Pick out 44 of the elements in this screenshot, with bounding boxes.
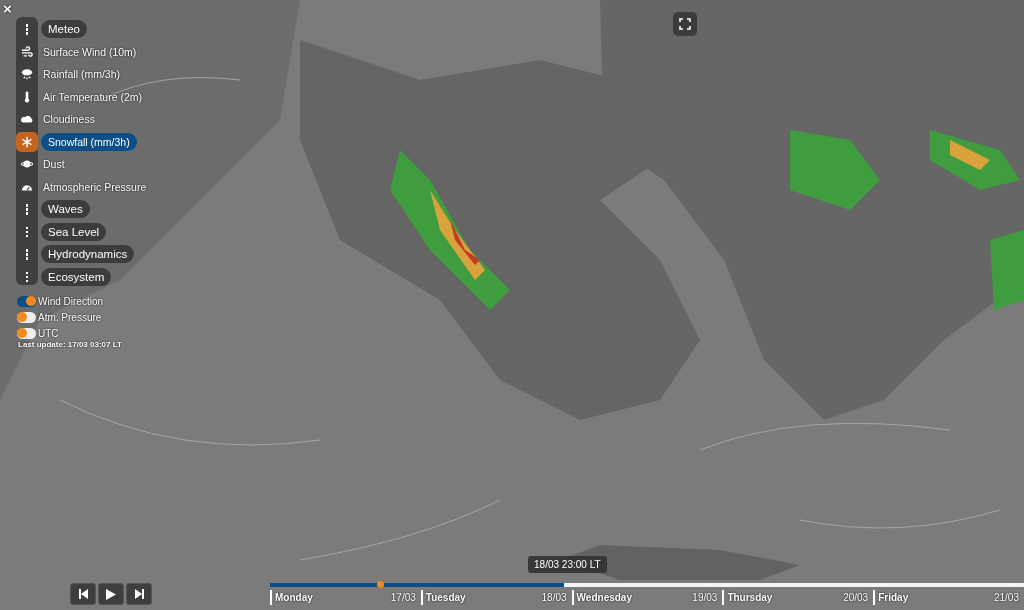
more-icon[interactable] bbox=[25, 24, 29, 35]
toggle-label: UTC bbox=[38, 327, 59, 339]
menu-group[interactable]: Waves bbox=[41, 200, 90, 219]
date-label: 18/03 bbox=[541, 592, 567, 603]
fullscreen-button[interactable] bbox=[673, 12, 697, 36]
layer-item[interactable]: Atmospheric Pressure bbox=[41, 180, 149, 193]
layer-item[interactable]: Rainfall (mm/3h) bbox=[41, 68, 123, 81]
current-time-marker bbox=[377, 581, 384, 588]
date-label: 19/03 bbox=[692, 592, 718, 603]
close-button[interactable]: × bbox=[1, 1, 14, 17]
layer-icon[interactable] bbox=[16, 131, 38, 152]
layer-item[interactable]: Surface Wind (10m) bbox=[41, 45, 139, 58]
play-button[interactable] bbox=[98, 583, 124, 605]
more-icon[interactable] bbox=[25, 249, 29, 260]
timeline-track[interactable] bbox=[270, 583, 1024, 587]
layer-item[interactable]: Cloudiness bbox=[41, 113, 97, 126]
toggle-switch[interactable] bbox=[17, 327, 36, 339]
skip-forward-icon bbox=[134, 589, 144, 599]
date-label: 21/03 bbox=[993, 592, 1019, 603]
day-label: Tuesday bbox=[425, 592, 466, 603]
previous-button[interactable] bbox=[70, 583, 96, 605]
toggle-switch[interactable] bbox=[17, 295, 36, 307]
skip-back-icon bbox=[78, 589, 88, 599]
day-label: Thursday bbox=[727, 592, 773, 603]
last-update: Last update: 17/03 03:07 LT bbox=[18, 340, 122, 349]
toggle-switch[interactable] bbox=[17, 311, 36, 323]
day-label: Friday bbox=[878, 592, 909, 603]
play-icon bbox=[106, 588, 116, 600]
more-icon[interactable] bbox=[25, 204, 29, 215]
more-icon[interactable] bbox=[25, 271, 29, 282]
date-label: 17/03 bbox=[390, 592, 416, 603]
layer-item[interactable]: Air Temperature (2m) bbox=[41, 90, 144, 103]
toggle-label: Wind Direction bbox=[38, 295, 104, 307]
toggle-label: Atm. Pressure bbox=[38, 311, 102, 323]
next-button[interactable] bbox=[126, 583, 152, 605]
day-label: Monday bbox=[275, 592, 313, 603]
menu-group[interactable]: Hydrodynamics bbox=[41, 245, 135, 264]
menu-group[interactable]: Meteo bbox=[41, 20, 87, 39]
more-icon[interactable] bbox=[25, 226, 29, 237]
date-label: 20/03 bbox=[843, 592, 869, 603]
time-tooltip: 18/03 23:00 LT bbox=[528, 556, 607, 573]
fullscreen-icon bbox=[679, 18, 691, 30]
day-label: Wednesday bbox=[576, 592, 632, 603]
layer-item[interactable]: Dust bbox=[41, 158, 67, 171]
